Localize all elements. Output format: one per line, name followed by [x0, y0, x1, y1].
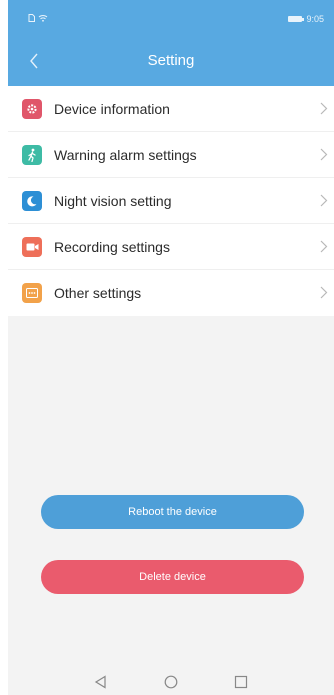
menu-item-label: Other settings: [54, 285, 142, 301]
chevron-right-icon: [320, 194, 328, 207]
menu-item-other-settings[interactable]: Other settings: [8, 270, 334, 316]
gear-icon: [22, 98, 42, 119]
page-title: Setting: [147, 52, 195, 69]
walking-person-icon: [22, 144, 42, 165]
nav-recents-icon[interactable]: [234, 675, 248, 689]
menu-item-warning-alarm-settings[interactable]: Warning alarm settings: [8, 132, 334, 178]
menu-item-recording-settings[interactable]: Recording settings: [8, 224, 334, 270]
menu-item-night-vision-setting[interactable]: Night vision setting: [8, 178, 334, 224]
system-nav-bar: [8, 669, 334, 695]
nav-home-icon[interactable]: [164, 675, 178, 689]
chevron-right-icon: [320, 102, 328, 115]
menu-item-label: Recording settings: [54, 238, 170, 255]
moon-icon: [22, 190, 42, 211]
status-bar: 9:05: [8, 0, 334, 36]
nav-back-icon[interactable]: [94, 675, 108, 689]
wifi-icon: [38, 15, 48, 22]
menu-item-label: Device information: [54, 100, 170, 117]
chevron-right-icon: [320, 240, 328, 253]
menu-item-label: Night vision setting: [54, 192, 172, 209]
more-box-icon: [22, 283, 42, 303]
reboot-device-button[interactable]: Reboot the device: [41, 495, 304, 529]
phone-screen: 9:05 Setting Device information Warning …: [8, 0, 334, 695]
delete-device-button[interactable]: Delete device: [41, 560, 304, 594]
video-camera-icon: [22, 236, 42, 257]
settings-list: Device information Warning alarm setting…: [8, 86, 334, 316]
menu-item-label: Warning alarm settings: [54, 146, 197, 163]
battery-icon: [288, 16, 305, 22]
status-icons-right: 9:05: [288, 14, 324, 24]
status-time: 9:05: [306, 14, 324, 24]
status-icons-left: [28, 14, 48, 22]
header-bar: Setting: [8, 36, 334, 86]
menu-item-device-information[interactable]: Device information: [8, 86, 334, 132]
chevron-right-icon: [320, 286, 328, 299]
sim-card-icon: [28, 14, 35, 22]
chevron-right-icon: [320, 148, 328, 161]
